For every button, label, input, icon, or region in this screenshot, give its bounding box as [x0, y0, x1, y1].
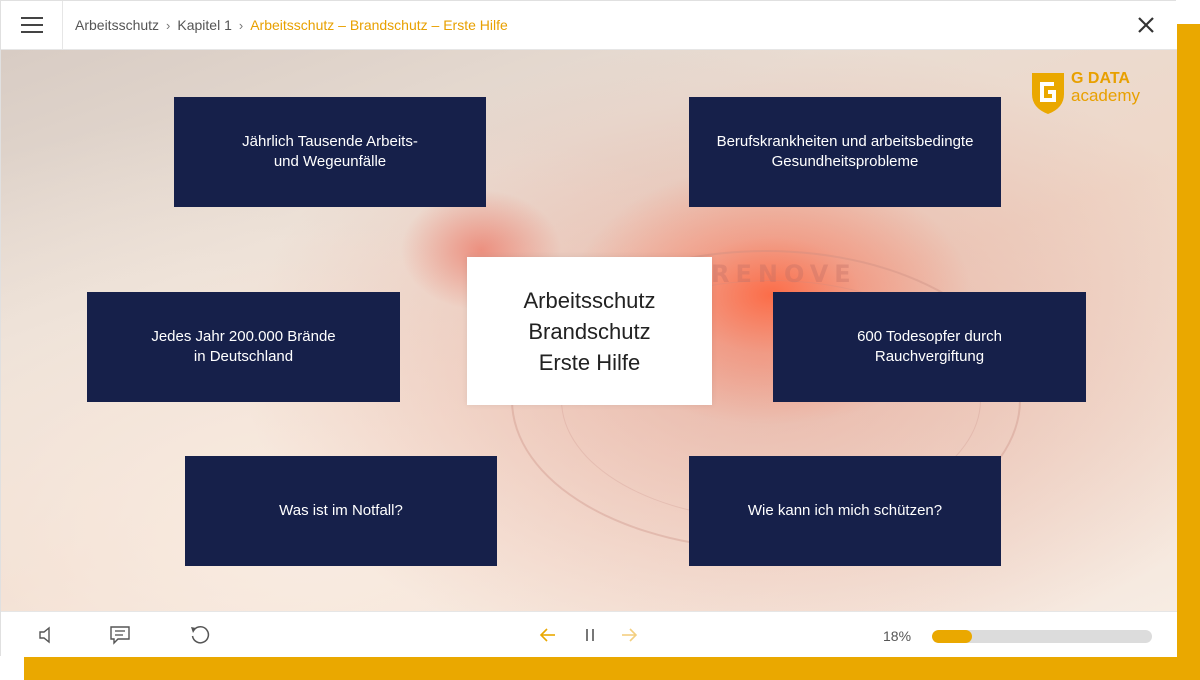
speech-bubble-protection[interactable]: Wie kann ich mich schützen? [689, 456, 1001, 566]
speech-bubble-accidents[interactable]: Jährlich Tausende Arbeits- und Wegeunfäl… [174, 97, 486, 207]
progress-percent: 18% [883, 628, 912, 644]
progress-fill [932, 630, 972, 643]
bubble-text: 600 Todesopfer durch Rauchvergiftung [857, 328, 1002, 365]
breadcrumb-item-chapter[interactable]: Kapitel 1 [177, 17, 231, 33]
pause-icon [586, 629, 594, 641]
course-player-window: Arbeitsschutz › Kapitel 1 › Arbeitsschut… [0, 0, 1177, 657]
close-icon [1138, 17, 1154, 33]
transcript-button[interactable] [109, 624, 131, 646]
speaker-icon [39, 626, 50, 644]
breadcrumb-item-course[interactable]: Arbeitsschutz [75, 17, 159, 33]
player-controls: 18% [1, 611, 1177, 657]
chevron-right-icon: › [238, 17, 244, 33]
speech-bubble-smoke-deaths[interactable]: 600 Todesopfer durch Rauchvergiftung [773, 292, 1086, 402]
shield-icon [1032, 73, 1064, 114]
progress-bar [932, 630, 1152, 643]
replay-icon [191, 626, 210, 644]
chevron-right-icon: › [166, 17, 171, 33]
background-detector-text: RENOVE [711, 260, 857, 288]
speech-bubble-fires[interactable]: Jedes Jahr 200.000 Brände in Deutschland [87, 292, 400, 402]
next-button[interactable] [618, 624, 640, 646]
logo-line1: G DATA [1071, 70, 1130, 87]
slide-canvas: RENOVE G DATA academy Jährlich Tausende … [1, 50, 1177, 611]
breadcrumb-item-current: Arbeitsschutz – Brandschutz – Erste Hilf… [250, 17, 508, 33]
previous-button[interactable] [537, 624, 559, 646]
breadcrumb: Arbeitsschutz › Kapitel 1 › Arbeitsschut… [63, 17, 508, 33]
speech-bubble-occupational-diseases[interactable]: Berufskrankheiten und arbeitsbedingte Ge… [689, 97, 1001, 207]
slide-title: Arbeitsschutz Brandschutz Erste Hilfe [523, 287, 656, 375]
bubble-text: Jährlich Tausende Arbeits- und Wegeunfäl… [242, 133, 418, 170]
gdata-academy-logo: G DATA academy [1029, 70, 1140, 116]
hamburger-icon [20, 17, 43, 33]
pause-button[interactable] [579, 624, 601, 646]
top-bar: Arbeitsschutz › Kapitel 1 › Arbeitsschut… [1, 0, 1177, 50]
slide-title-box: Arbeitsschutz Brandschutz Erste Hilfe [467, 257, 712, 405]
speech-bubble-emergency[interactable]: Was ist im Notfall? [185, 456, 497, 566]
menu-button[interactable] [1, 0, 63, 50]
bubble-text: Berufskrankheiten und arbeitsbedingte Ge… [716, 133, 974, 170]
bubble-text: Wie kann ich mich schützen? [747, 502, 943, 519]
volume-button[interactable] [36, 624, 58, 646]
comment-icon [110, 626, 130, 645]
close-button[interactable] [1135, 14, 1157, 36]
replay-button[interactable] [189, 624, 211, 646]
arrow-right-icon [622, 628, 638, 642]
arrow-left-icon [539, 628, 555, 642]
bubble-text: Jedes Jahr 200.000 Brände in Deutschland [151, 328, 336, 365]
logo-line2: academy [1071, 86, 1140, 105]
bubble-text: Was ist im Notfall? [279, 502, 403, 519]
